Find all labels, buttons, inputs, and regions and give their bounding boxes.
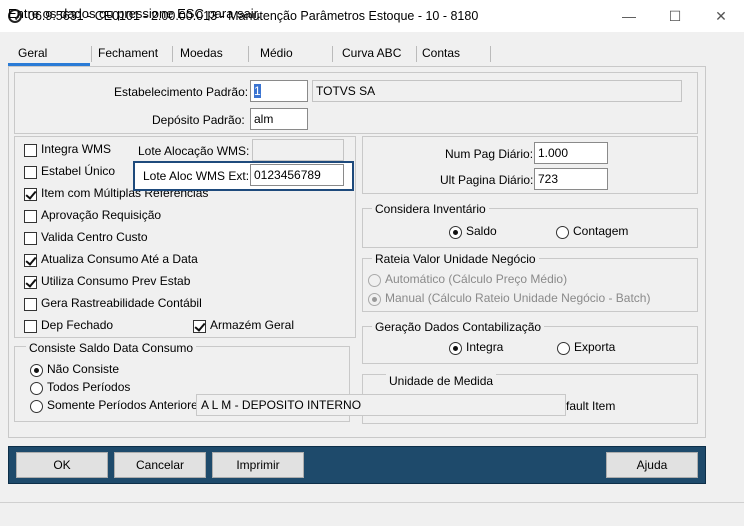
checkbox-label: Gera Rastreabilidade Contábil — [41, 296, 202, 310]
maximize-button[interactable]: ☐ — [652, 0, 698, 32]
tab-separator — [91, 46, 92, 62]
checkbox[interactable] — [24, 166, 37, 179]
num-pag-input[interactable]: 1.000 — [534, 142, 608, 164]
checkbox[interactable] — [24, 254, 37, 267]
radio-button[interactable] — [556, 226, 569, 239]
checkbox-label: Armazém Geral — [210, 318, 295, 332]
radio-button[interactable] — [557, 342, 570, 355]
deposito-tooltip: A L M - DEPOSITO INTERNO — [196, 394, 566, 416]
radio-label: Somente Períodos Anteriore — [47, 398, 198, 412]
checkbox-label: Atualiza Consumo Até a Data — [41, 252, 198, 266]
checkbox-label: Dep Fechado — [41, 318, 114, 332]
radio-label: Não Consiste — [47, 362, 120, 376]
checkbox-label: Valida Centro Custo — [41, 230, 148, 244]
radio-label: Integra — [466, 340, 504, 354]
checkbox[interactable] — [24, 298, 37, 311]
lote-alocacao-field — [252, 139, 344, 161]
checkbox[interactable] — [24, 276, 37, 289]
cancel-button[interactable]: Cancelar — [114, 452, 206, 478]
tab-medio[interactable]: Médio — [260, 46, 293, 66]
help-button[interactable]: Ajuda — [606, 452, 698, 478]
rateia-title: Rateia Valor Unidade Negócio — [372, 252, 539, 266]
status-text: Entre os dados ou pressione ESC para sai… — [8, 6, 261, 21]
estab-label: Estabelecimento Padrão: — [114, 85, 249, 99]
tab-bar: Geral Fechament Moedas Médio Curva ABC C… — [8, 40, 708, 66]
radio-label: Manual (Cálculo Rateio Unidade Negócio -… — [385, 291, 651, 305]
contabilizacao-title: Geração Dados Contabilização — [372, 320, 545, 334]
estab-value: 1 — [254, 84, 261, 98]
tab-moedas[interactable]: Moedas — [180, 46, 223, 66]
radio-button[interactable] — [449, 226, 462, 239]
radio-label: Exporta — [574, 340, 616, 354]
checkbox-label: Aprovação Requisição — [41, 208, 162, 222]
radio-label: Contagem — [573, 224, 629, 238]
radio-label: Saldo — [466, 224, 497, 238]
minimize-button[interactable]: — — [606, 0, 652, 32]
checkbox[interactable] — [24, 144, 37, 157]
radio-button[interactable] — [30, 364, 43, 377]
button-bar — [8, 446, 706, 484]
checkbox[interactable] — [24, 232, 37, 245]
tab-fechamento[interactable]: Fechament — [98, 46, 170, 66]
tab-separator — [248, 46, 249, 62]
default-item-label: fault Item — [566, 399, 616, 413]
print-button[interactable]: Imprimir — [212, 452, 304, 478]
tab-curva-abc[interactable]: Curva ABC — [342, 46, 401, 66]
status-bar — [0, 502, 744, 526]
deposito-label: Depósito Padrão: — [152, 113, 245, 127]
radio-button[interactable] — [368, 274, 381, 287]
radio-label: Todos Períodos — [47, 380, 131, 394]
deposito-input[interactable]: alm — [250, 108, 308, 130]
ok-button[interactable]: OK — [16, 452, 108, 478]
estab-name-field: TOTVS SA — [312, 80, 682, 102]
lote-ext-label: Lote Aloc WMS Ext: — [143, 169, 250, 183]
radio-button[interactable] — [368, 293, 381, 306]
tab-separator — [490, 46, 491, 62]
checkbox[interactable] — [193, 320, 206, 333]
unidade-title: Unidade de Medida — [386, 374, 497, 388]
checkbox[interactable] — [24, 210, 37, 223]
consiste-title: Consiste Saldo Data Consumo — [26, 341, 197, 355]
inventario-title: Considera Inventário — [372, 202, 489, 216]
checkbox-label: Estabel Único — [41, 164, 116, 178]
checkbox-label: Integra WMS — [41, 142, 112, 156]
radio-label: Automático (Cálculo Preço Médio) — [385, 272, 568, 286]
num-pag-label: Num Pag Diário: — [445, 147, 534, 161]
checkbox[interactable] — [24, 188, 37, 201]
tab-contas[interactable]: Contas — [422, 46, 460, 66]
tab-separator — [172, 46, 173, 62]
radio-button[interactable] — [449, 342, 462, 355]
radio-button[interactable] — [30, 382, 43, 395]
checkbox-label: Utiliza Consumo Prev Estab — [41, 274, 191, 288]
estab-input[interactable]: 1 — [250, 80, 308, 102]
close-button[interactable]: ✕ — [698, 0, 744, 32]
ult-pag-label: Ult Pagina Diário: — [440, 173, 534, 187]
tab-separator — [416, 46, 417, 62]
radio-button[interactable] — [30, 400, 43, 413]
ult-pag-input[interactable]: 723 — [534, 168, 608, 190]
lote-alocacao-label: Lote Alocação WMS: — [138, 144, 250, 158]
checkbox[interactable] — [24, 320, 37, 333]
lote-ext-input[interactable]: 0123456789 — [250, 164, 344, 186]
tab-separator — [332, 46, 333, 62]
